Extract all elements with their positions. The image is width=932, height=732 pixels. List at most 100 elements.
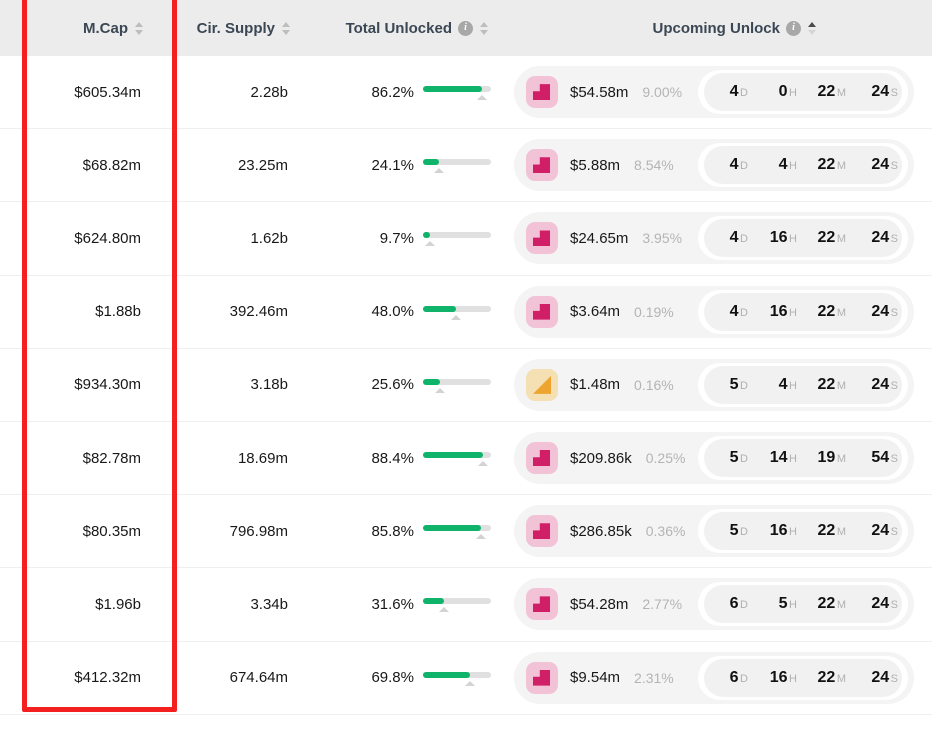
countdown-minutes: 22 M	[805, 156, 851, 174]
upcoming-unlock-amount: $1.48m	[570, 376, 621, 394]
upcoming-unlock-amount: $5.88m	[570, 156, 621, 174]
upcoming-unlock-pill[interactable]: $1.48m 0.16% 5D 4H 22 M 24 S	[514, 358, 914, 411]
column-header-mcap[interactable]: M.Cap	[0, 0, 177, 56]
progress-marker-icon	[434, 168, 444, 174]
upcoming-unlock-amount: $9.54m	[570, 669, 621, 687]
countdown-hours-value: 4	[778, 375, 788, 393]
table-row[interactable]: $624.80m 1.62b 9.7% $24.65m 3.95% 4 D 16…	[0, 202, 932, 276]
countdown-inner: 5D 4H 22 M 24 S	[704, 365, 902, 404]
cir-supply-value: 23.25m	[237, 156, 288, 174]
table-row[interactable]: $80.35m 796.98m 85.8% $286.85k 0.36% 5 D…	[0, 495, 932, 569]
countdown-seconds-unit: S	[890, 453, 898, 466]
column-header-total-unlocked[interactable]: Total Unlocked i	[310, 0, 506, 56]
total-unlocked-percent: 85.8%	[371, 522, 414, 540]
table-row[interactable]: $82.78m 18.69m 88.4% $209.86k 0.25% 5 D …	[0, 421, 932, 496]
upcoming-unlock-pill[interactable]: $286.85k 0.36% 5D 16 H 22 M 24 S	[514, 505, 914, 558]
countdown-days-unit: D	[740, 599, 748, 612]
table-row[interactable]: $934.30m 3.18b 25.6% $1.48m 0.16% 5 D 4 …	[0, 348, 932, 422]
cell-cir-supply: 796.98m	[177, 495, 310, 567]
table-row[interactable]: $412.32m 674.64m 69.8% $9.54m 2.31% 6 D …	[0, 641, 932, 715]
countdown-minutes: 22 M	[805, 376, 851, 394]
info-icon-total-unlocked[interactable]: i	[458, 20, 473, 36]
mcap-value: $934.30m	[74, 376, 141, 394]
progress-marker-icon	[478, 461, 488, 467]
info-icon-upcoming-unlock[interactable]: i	[786, 20, 801, 36]
countdown-seconds: 24 S	[854, 522, 898, 540]
table-row[interactable]: $605.34m 2.28b 86.2% $54.58m 9.00% 4 D 0…	[0, 56, 932, 130]
token-step-pink-icon	[526, 661, 558, 694]
cell-mcap: $1.96b	[0, 568, 177, 640]
cell-mcap: $934.30m	[0, 349, 177, 421]
cell-total-unlocked: 24.1%	[310, 129, 506, 201]
upcoming-unlock-percent: 2.77%	[642, 596, 683, 613]
cir-supply-value: 1.62b	[250, 229, 288, 247]
token-triangle-yellow-icon	[526, 368, 558, 401]
upcoming-unlock-amount: $3.64m	[570, 303, 621, 321]
countdown-days: 6D	[708, 595, 753, 613]
countdown-seconds: 24 S	[854, 595, 898, 613]
cell-mcap: $412.32m	[0, 642, 177, 714]
countdown-hours-value: 14	[769, 449, 788, 467]
table-body: $605.34m 2.28b 86.2% $54.58m 9.00% 4 D 0…	[0, 56, 932, 715]
upcoming-unlock-pill[interactable]: $209.86k 0.25% 5D 14 H 19 M 54 S	[514, 432, 914, 485]
countdown-inner: 4D 16 H 22 M 24 S	[704, 292, 902, 331]
countdown-minutes-value: 19	[817, 449, 836, 467]
countdown-inner: 6D 16 H 22 M 24 S	[704, 658, 902, 697]
cir-supply-value: 3.18b	[250, 376, 288, 394]
cir-supply-value: 392.46m	[229, 303, 288, 321]
upcoming-unlock-pill[interactable]: $54.58m 9.00% 4D 0H 22 M 24 S	[514, 66, 914, 119]
countdown-days: 4D	[708, 156, 753, 174]
countdown-hours-unit: H	[789, 526, 797, 539]
countdown-days-value: 4	[729, 83, 739, 101]
countdown-days: 4D	[708, 229, 753, 247]
countdown-inner: 4D 4H 22 M 24 S	[704, 146, 902, 185]
column-header-cir-supply-label: Cir. Supply	[196, 19, 275, 37]
total-unlocked-progress-bar	[423, 375, 491, 395]
cell-total-unlocked: 86.2%	[310, 56, 506, 128]
table-row[interactable]: $68.82m 23.25m 24.1% $5.88m 8.54% 4 D 4 …	[0, 129, 932, 203]
countdown-days-unit: D	[740, 672, 748, 685]
upcoming-unlock-pill[interactable]: $24.65m 3.95% 4D 16 H 22 M 24 S	[514, 212, 914, 265]
total-unlocked-progress-bar	[423, 668, 491, 688]
upcoming-unlock-pill[interactable]: $5.88m 8.54% 4D 4H 22 M 24 S	[514, 139, 914, 192]
token-step-pink-icon	[526, 442, 558, 475]
countdown-seconds-unit: S	[890, 87, 898, 100]
cell-upcoming-unlock: $24.65m 3.95% 4D 16 H 22 M 24 S	[506, 202, 932, 274]
countdown-seconds-unit: S	[890, 599, 898, 612]
countdown-inner: 4D 16 H 22 M 24 S	[704, 219, 902, 258]
upcoming-unlock-pill[interactable]: $9.54m 2.31% 6D 16 H 22 M 24 S	[514, 651, 914, 704]
countdown-hours: 16 H	[756, 303, 802, 321]
sort-icon-total-unlocked[interactable]	[479, 21, 488, 35]
progress-marker-icon	[465, 680, 475, 686]
mcap-value: $82.78m	[82, 449, 141, 467]
countdown-days: 5D	[708, 449, 753, 467]
sort-icon-cir-supply[interactable]	[281, 21, 290, 35]
mcap-value: $412.32m	[74, 669, 141, 687]
countdown-days-value: 5	[729, 449, 739, 467]
progress-track	[423, 232, 491, 239]
table-row[interactable]: $1.96b 3.34b 31.6% $54.28m 2.77% 6 D 5 H…	[0, 568, 932, 642]
token-step-pink-icon	[526, 588, 558, 621]
countdown-minutes-unit: M	[836, 599, 846, 612]
column-header-upcoming-unlock[interactable]: Upcoming Unlock i	[506, 0, 932, 56]
countdown-days-value: 5	[729, 522, 739, 540]
total-unlocked-percent: 24.1%	[371, 156, 414, 174]
cell-upcoming-unlock: $9.54m 2.31% 6D 16 H 22 M 24 S	[506, 642, 932, 714]
upcoming-unlock-pill[interactable]: $3.64m 0.19% 4D 16 H 22 M 24 S	[514, 285, 914, 338]
column-header-cir-supply[interactable]: Cir. Supply	[177, 0, 310, 56]
countdown-seconds: 24 S	[854, 376, 898, 394]
countdown-minutes-value: 22	[817, 156, 836, 174]
sort-icon-upcoming-unlock[interactable]	[807, 21, 816, 35]
cell-cir-supply: 18.69m	[177, 422, 310, 494]
total-unlocked-percent: 86.2%	[371, 83, 414, 101]
upcoming-unlock-amount: $54.28m	[570, 595, 629, 613]
countdown-seconds-value: 24	[871, 229, 890, 247]
countdown-minutes: 22 M	[805, 303, 851, 321]
table-row[interactable]: $1.88b 392.46m 48.0% $3.64m 0.19% 4 D 16…	[0, 275, 932, 349]
sort-icon-mcap[interactable]	[134, 21, 143, 35]
total-unlocked-percent: 9.7%	[379, 229, 414, 247]
mcap-value: $68.82m	[82, 156, 141, 174]
upcoming-unlock-pill[interactable]: $54.28m 2.77% 6D 5H 22 M 24 S	[514, 578, 914, 631]
token-step-pink-icon	[526, 515, 558, 548]
countdown-minutes-unit: M	[836, 160, 846, 173]
